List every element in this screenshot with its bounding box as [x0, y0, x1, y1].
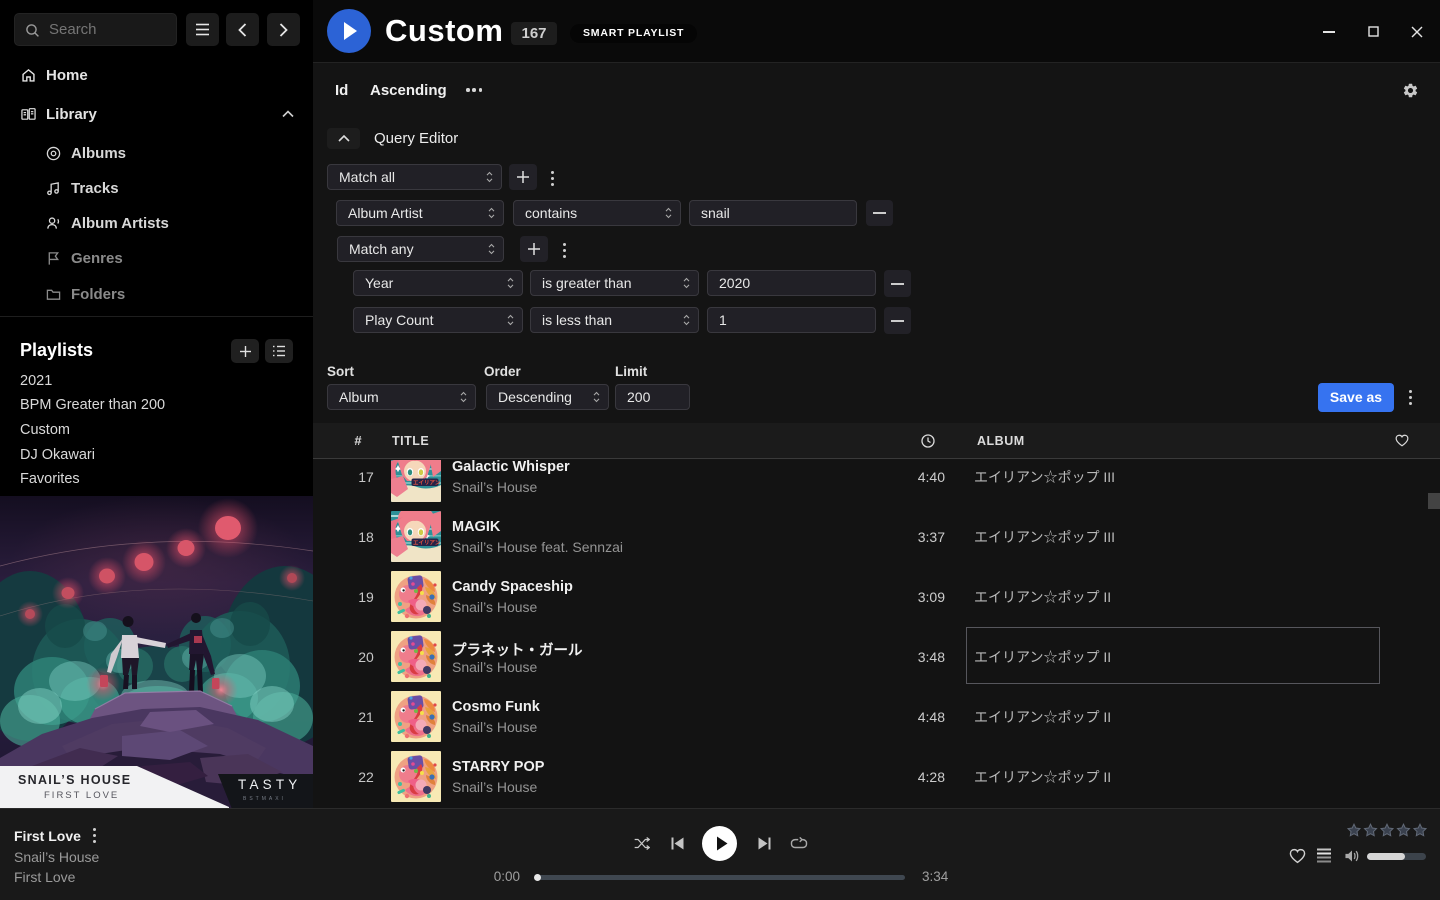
svg-text:SNAIL’S HOUSE: SNAIL’S HOUSE — [18, 773, 131, 787]
svg-text:エイリアン: エイリアン — [413, 479, 441, 486]
svg-text:FIRST LOVE: FIRST LOVE — [44, 790, 119, 801]
svg-text:BSTMAXI: BSTMAXI — [243, 796, 286, 802]
svg-text:エイリアン: エイリアン — [413, 539, 441, 546]
svg-text:TASTY: TASTY — [238, 777, 302, 792]
